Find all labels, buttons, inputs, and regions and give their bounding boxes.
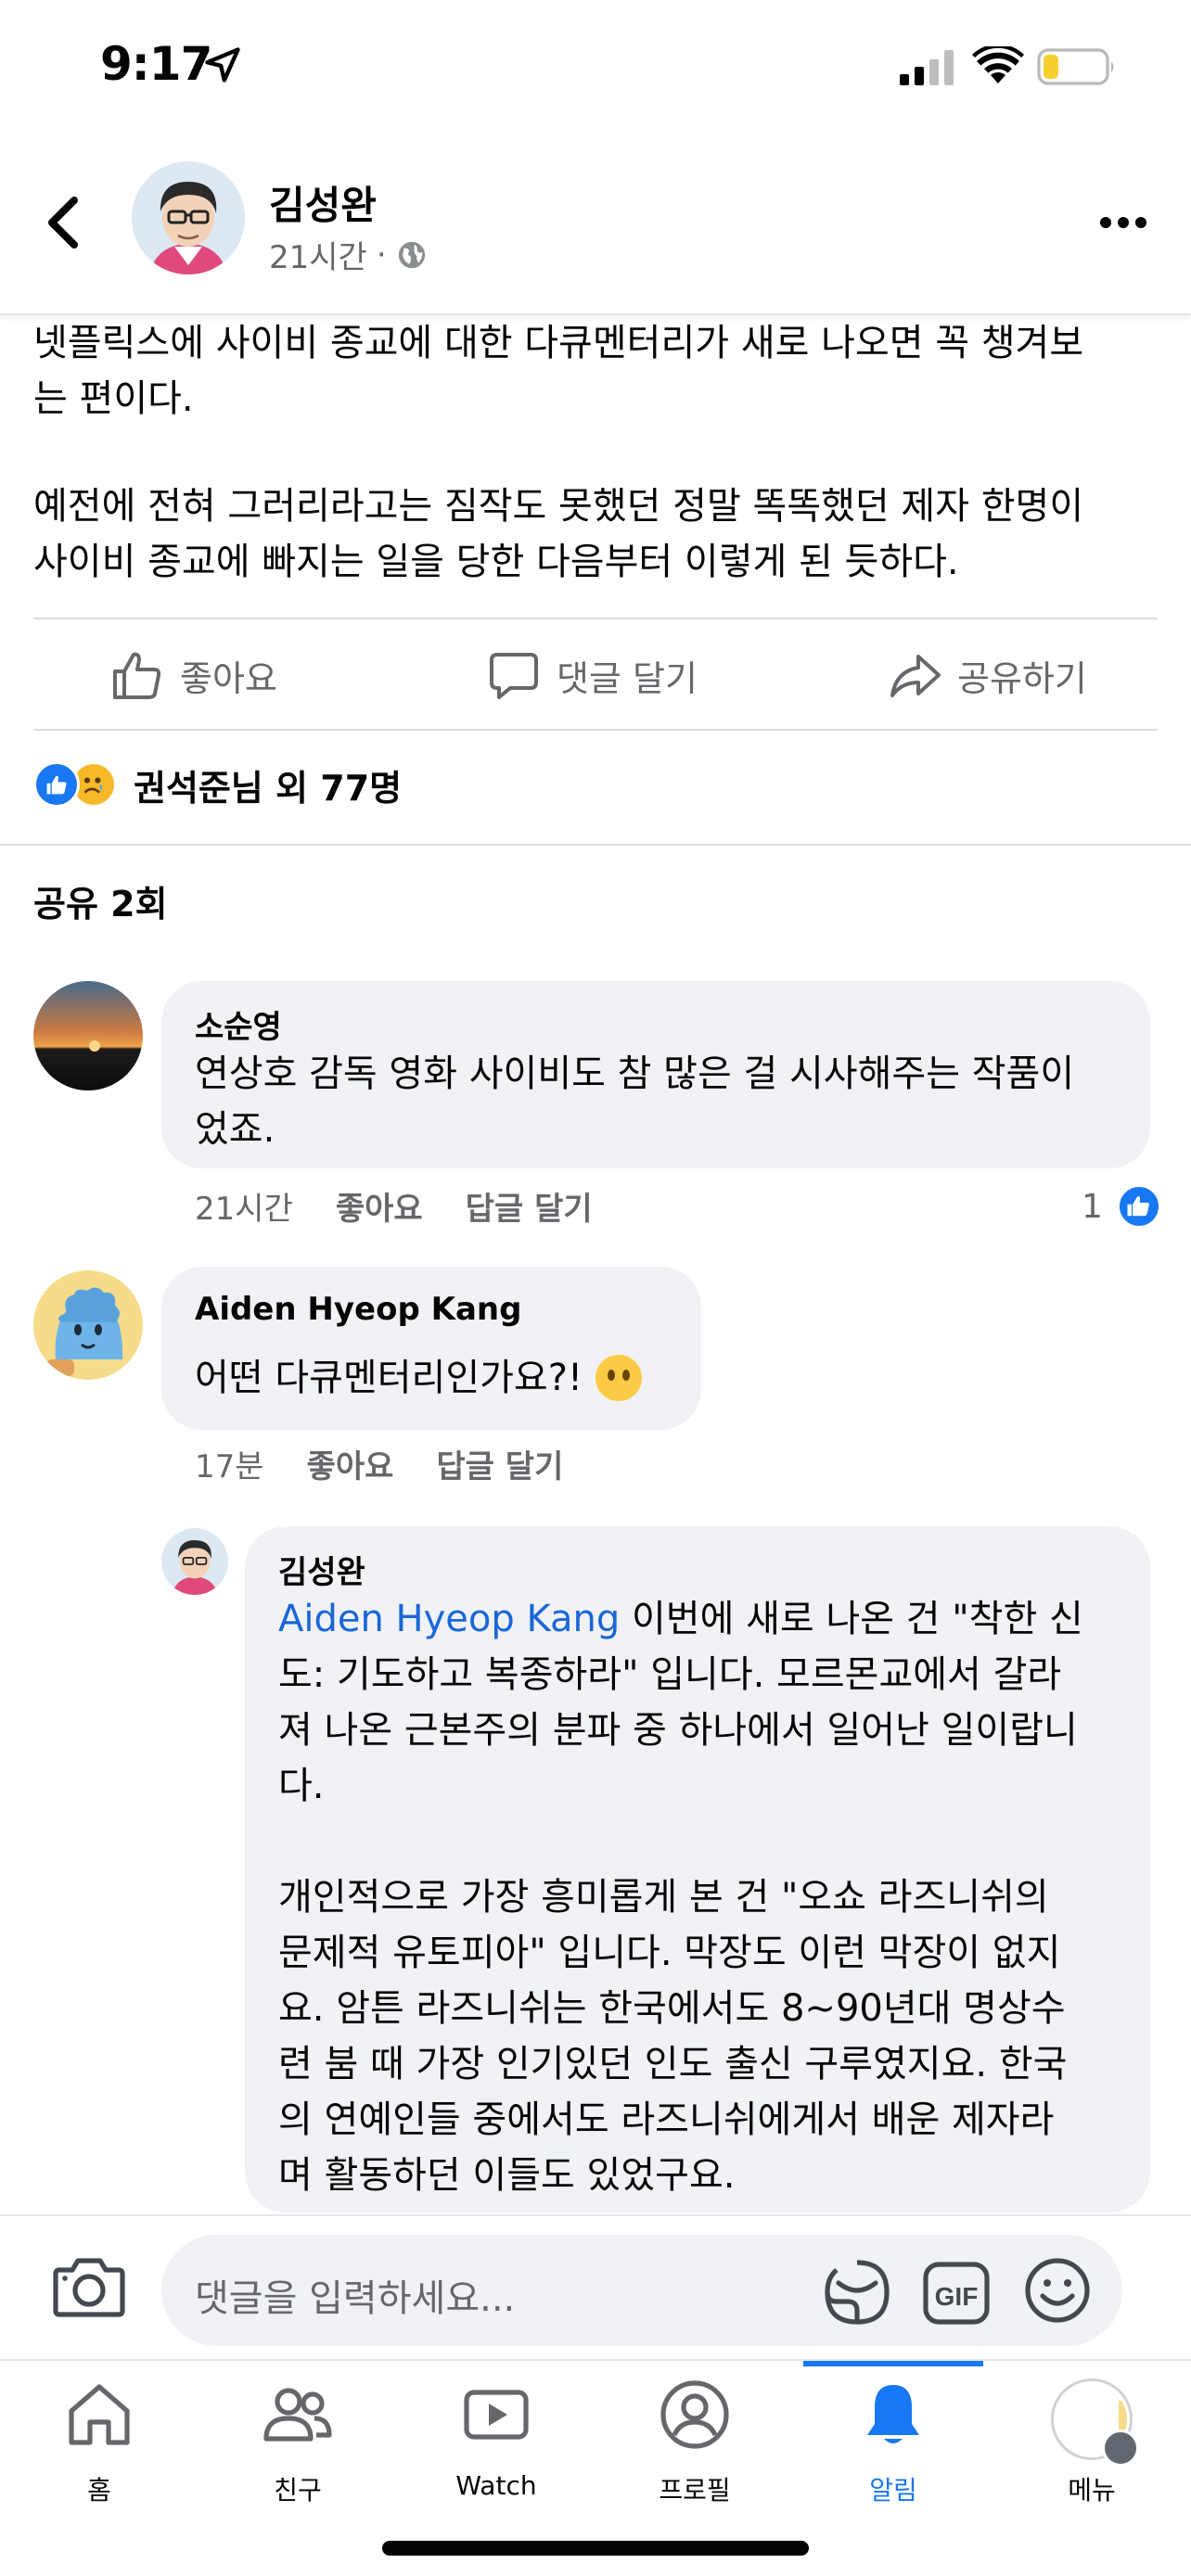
like-button[interactable]: 좋아요: [109, 640, 277, 710]
comment-bubble: 소순영 연상호 감독 영화 사이비도 참 많은 걸 시사해주는 작품이 었죠.: [161, 981, 1150, 1168]
location-arrow-icon: [205, 47, 240, 83]
share-label: 공유하기: [957, 657, 1087, 699]
post-text-line: 는 편이다.: [33, 377, 194, 420]
like-reaction-icon: [33, 761, 80, 808]
share-icon: [890, 655, 941, 697]
tab-label: 친구: [274, 2475, 322, 2506]
reply-text-line: 도: 기도하고 복종하라" 입니다. 모르몬교에서 갈라: [278, 1653, 1062, 1696]
camera-icon[interactable]: [52, 2253, 126, 2318]
comment-button[interactable]: 댓글 달기: [486, 640, 698, 710]
globe-icon: [398, 241, 425, 268]
comment-like-count-value: 1: [1082, 1187, 1103, 1226]
status-bar: 9:17: [0, 0, 1191, 130]
comment-like-button[interactable]: 좋아요: [336, 1183, 423, 1229]
no-mouth-face-icon: [595, 1355, 642, 1401]
profile-icon: [660, 2380, 729, 2449]
share-count[interactable]: 공유 2회: [33, 875, 168, 926]
chevron-left-icon[interactable]: [45, 197, 82, 249]
home-icon: [69, 2384, 130, 2445]
commenter-avatar[interactable]: [33, 981, 143, 1090]
author-avatar[interactable]: [132, 161, 245, 274]
thumbs-up-icon: [113, 652, 161, 699]
comment-input-placeholder: 댓글을 입력하세요...: [195, 2277, 516, 2320]
tab-watch[interactable]: Watch: [397, 2361, 596, 2528]
comment-author[interactable]: Aiden Hyeop Kang: [195, 1291, 521, 1328]
post-header: 김성완 21시간 ·: [0, 130, 1191, 315]
wifi-icon: [972, 46, 1024, 83]
replier-avatar[interactable]: [161, 1528, 228, 1595]
home-indicator: [382, 2541, 809, 2556]
comment-text-line: 었죠.: [195, 1108, 275, 1151]
bell-icon: [867, 2385, 919, 2443]
comment-icon: [490, 653, 538, 699]
mention-link[interactable]: Aiden Hyeop Kang: [278, 1598, 620, 1640]
section-separator: [0, 844, 1191, 846]
gif-icon[interactable]: GIF: [922, 2261, 991, 2326]
menu-lines-icon: [1102, 2429, 1191, 2500]
sticker-icon[interactable]: [822, 2257, 892, 2327]
author-name[interactable]: 김성완: [269, 174, 377, 231]
commenter-avatar[interactable]: [33, 1270, 143, 1380]
tab-notifications[interactable]: 알림: [794, 2361, 992, 2528]
like-reaction-icon: [1116, 1183, 1162, 1230]
reply-bubble: 김성완 Aiden Hyeop Kang 이번에 새로 나온 건 "착한 신 도…: [245, 1526, 1150, 2213]
post-time: 21시간: [269, 239, 367, 276]
tab-label: 알림: [869, 2475, 917, 2506]
comment-like-button[interactable]: 좋아요: [307, 1441, 394, 1486]
comment-text-line: 연상호 감독 영화 사이비도 참 많은 걸 시사해주는 작품이: [195, 1052, 1075, 1095]
tab-profile[interactable]: 프로필: [596, 2361, 794, 2528]
comment-text: 어떤 다큐멘터리인가요?!: [195, 1357, 583, 1399]
status-time: 9:17: [100, 37, 212, 91]
comment-input[interactable]: 댓글을 입력하세요... GIF: [161, 2235, 1122, 2346]
tab-label: 프로필: [659, 2475, 731, 2506]
reply-text-line: 의 연예인들 중에서도 라즈니쉬에게서 배운 제자라: [278, 2098, 1055, 2141]
tab-friends[interactable]: 친구: [198, 2361, 397, 2528]
comment-reply-button[interactable]: 답글 달기: [466, 1183, 593, 1229]
more-horizontal-icon[interactable]: [1098, 213, 1148, 232]
post-text-line: 예전에 전혀 그러리라고는 짐작도 못했던 정말 똑똑했던 제자 한명이: [33, 485, 1084, 528]
comment-time: 17분: [195, 1448, 264, 1486]
comment-like-count[interactable]: 1: [1082, 1183, 1162, 1230]
reaction-summary-text: 권석준님 외 77명: [134, 767, 403, 809]
comment-text-row: 어떤 다큐멘터리인가요?!: [195, 1350, 644, 1406]
reply-text-line: 며 활동하던 이들도 있었구요.: [278, 2154, 736, 2197]
comment-meta: 21시간 좋아요 답글 달기: [195, 1183, 593, 1229]
tab-label: 홈: [87, 2475, 111, 2506]
comment-author[interactable]: 소순영: [195, 1001, 282, 1047]
emoji-icon[interactable]: [1024, 2257, 1091, 2324]
post-meta: 21시간 ·: [269, 232, 428, 277]
like-label: 좋아요: [180, 657, 277, 699]
reply-author[interactable]: 김성완: [278, 1547, 365, 1592]
reply-text-line: 다.: [278, 1765, 325, 1807]
divider: [33, 618, 1158, 619]
comment-label: 댓글 달기: [557, 657, 698, 699]
post-text-line: 넷플릭스에 사이비 종교에 대한 다큐멘터리가 새로 나오면 꼭 챙겨보: [33, 322, 1084, 364]
reply-text-line: 요. 암튼 라즈니쉬는 한국에서도 8~90년대 명상수: [278, 1987, 1066, 2030]
reply-text: 이번에 새로 나온 건 "착한 신: [620, 1598, 1083, 1640]
divider: [33, 729, 1158, 731]
meta-separator: ·: [376, 236, 387, 274]
post-text-line: 사이비 종교에 빠지는 일을 당한 다음부터 이렇게 된 듯하다.: [33, 541, 959, 583]
share-button[interactable]: 공유하기: [887, 640, 1087, 710]
comment-time: 21시간: [195, 1191, 293, 1228]
reply-text-line: 져 나온 근본주의 분파 중 하나에서 일어난 일이랍니: [278, 1709, 1078, 1752]
cellular-signal-icon: [900, 50, 954, 85]
reply-text-line: Aiden Hyeop Kang 이번에 새로 나온 건 "착한 신: [278, 1591, 1083, 1647]
comment-meta: 17분 좋아요 답글 달기: [195, 1441, 563, 1486]
reply-text-line: 련 붐 때 가장 인기있던 인도 출신 구루였지요. 한국: [278, 2043, 1068, 2085]
svg-text:GIF: GIF: [935, 2282, 979, 2311]
tab-menu[interactable]: 메뉴: [992, 2361, 1191, 2528]
reactions-summary[interactable]: 권석준님 외 77명: [33, 757, 402, 812]
tab-label: 메뉴: [1068, 2475, 1116, 2506]
reply-text-line: 문제적 유토피아" 입니다. 막장도 이런 막장이 없지: [278, 1932, 1061, 1974]
watch-icon: [464, 2390, 529, 2440]
friends-icon: [263, 2388, 332, 2442]
reply-text-line: 개인적으로 가장 흥미롭게 본 건 "오쇼 라즈니쉬의: [278, 1876, 1049, 1919]
comment-composer: 댓글을 입력하세요... GIF: [0, 2214, 1191, 2359]
comment-reply-button[interactable]: 답글 달기: [436, 1441, 563, 1486]
tab-home[interactable]: 홈: [0, 2361, 198, 2528]
tab-label: Watch: [455, 2470, 537, 2501]
battery-icon: [1037, 48, 1114, 85]
comment-bubble: Aiden Hyeop Kang 어떤 다큐멘터리인가요?!: [161, 1267, 701, 1430]
